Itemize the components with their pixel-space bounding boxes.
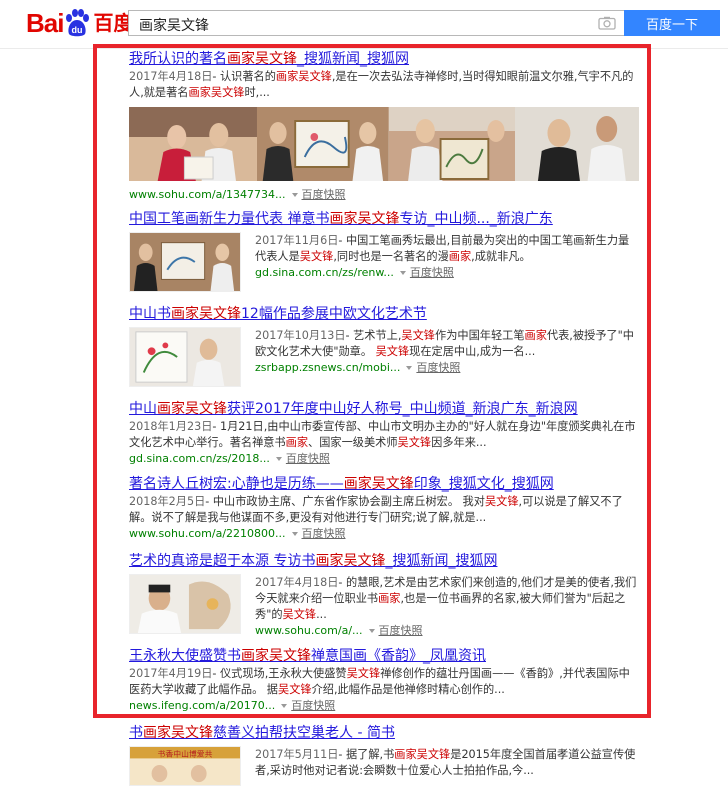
result-title-link[interactable]: 中山画家吴文锋获评2017年度中山好人称号_中山频道_新浪广东_新浪网 [129, 400, 639, 418]
search-query-text: 画家吴文锋 [139, 18, 209, 34]
search-result: 王永秋大使盛赞书画家吴文锋禅意国画《香韵》_凤凰资讯 2017年4月19日- 仪… [129, 647, 639, 714]
chevron-down-icon[interactable] [275, 456, 282, 461]
search-result: 书画家吴文锋慈善义拍帮扶空巢老人 - 简书 书香中山博爱共 2017年5月11日… [129, 724, 639, 786]
result-thumbnail[interactable] [129, 327, 241, 387]
cache-link[interactable]: 百度快照 [302, 188, 346, 201]
result-photo[interactable] [388, 107, 515, 181]
result-abstract: 2017年4月19日- 仪式现场,王永秋大使盛赞吴文锋禅修创作的蕴壮丹国画——《… [129, 667, 630, 696]
cache-link[interactable]: 百度快照 [291, 699, 335, 712]
cache-link[interactable]: 百度快照 [410, 266, 454, 279]
search-result: 著名诗人丘树宏:心静也是历练——画家吴文锋印象_搜狐文化_搜狐网 2018年2月… [129, 475, 639, 542]
result-title-link[interactable]: 书画家吴文锋慈善义拍帮扶空巢老人 - 简书 [129, 724, 639, 742]
result-abstract: 2017年4月18日- 的慧眼,艺术是由艺术家们来创造的,他们才是美的使者,我们… [255, 576, 637, 621]
chevron-down-icon[interactable] [281, 703, 288, 708]
chevron-down-icon[interactable] [291, 192, 298, 197]
result-title-link[interactable]: 艺术的真谛是超于本源 专访书画家吴文锋_搜狐新闻_搜狐网 [129, 552, 639, 570]
result-title-link[interactable]: 中山书画家吴文锋12幅作品参展中欧文化艺术节 [129, 305, 639, 323]
result-abstract: 2017年4月18日- 认识著名的画家吴文锋,是在一次去弘法寺禅修时,当时得知眼… [129, 70, 634, 99]
result-url: zsrbapp.zsnews.cn/mobi... 百度快照 [255, 361, 461, 374]
result-abstract: 2017年10月13日- 艺术节上,吴文锋作为中国年轻工笔画家代表,被授予了"中… [255, 329, 634, 358]
result-abstract: 2017年11月6日- 中国工笔画秀坛最出,目前最为突出的中国工笔画新生力量代表… [255, 234, 630, 263]
result-url: www.sohu.com/a/2210800... 百度快照 [129, 527, 346, 540]
result-thumbnail[interactable]: 书香中山博爱共 [129, 746, 241, 786]
result-abstract: 2018年2月5日- 中山市政协主席、广东省作家协会副主席丘树宏。 我对吴文锋,… [129, 495, 623, 524]
result-thumbnail[interactable] [129, 232, 241, 292]
logo-text-du: du [72, 25, 83, 35]
result-photo[interactable] [129, 107, 257, 181]
result-abstract: 2017年5月11日- 据了解,书画家吴文锋是2015年度全国首届孝道公益宣传使… [255, 748, 636, 777]
search-header: Bai du 百度 画家吴文锋 百度一下 [0, 0, 728, 49]
search-result: 中山书画家吴文锋12幅作品参展中欧文化艺术节 2017年10月13日- 艺术节上… [129, 305, 639, 387]
search-input[interactable]: 画家吴文锋 [128, 10, 624, 36]
search-result: 中山画家吴文锋获评2017年度中山好人称号_中山频道_新浪广东_新浪网 2018… [129, 400, 639, 467]
result-url: news.ifeng.com/a/20170... 百度快照 [129, 699, 336, 712]
result-title-link[interactable]: 著名诗人丘树宏:心静也是历练——画家吴文锋印象_搜狐文化_搜狐网 [129, 475, 639, 493]
result-url: www.sohu.com/a/... 百度快照 [255, 624, 423, 637]
cache-link[interactable]: 百度快照 [379, 624, 423, 637]
logo-text-bai: Bai [26, 8, 64, 38]
search-result: 艺术的真谛是超于本源 专访书画家吴文锋_搜狐新闻_搜狐网 2017年4月18日-… [129, 552, 639, 639]
result-title-link[interactable]: 中国工笔画新生力量代表 禅意书画家吴文锋专访_中山频..._新浪广东 [129, 210, 639, 228]
result-abstract: 2018年1月23日- 1月21日,由中山市委宣传部、中山市文明办主办的"好人就… [129, 420, 636, 449]
paw-logo-icon: du [66, 9, 90, 37]
cache-link[interactable]: 百度快照 [302, 527, 346, 540]
chevron-down-icon[interactable] [368, 628, 375, 633]
thumbnail-caption: 书香中山博爱共 [158, 749, 213, 759]
search-result: 我所认识的著名画家吴文锋_搜狐新闻_搜狐网 2017年4月18日- 认识著名的画… [129, 50, 639, 203]
result-thumbnail[interactable] [129, 574, 241, 634]
result-url: gd.sina.com.cn/zs/2018... 百度快照 [129, 452, 330, 465]
chevron-down-icon[interactable] [406, 365, 413, 370]
camera-icon[interactable] [598, 16, 616, 30]
search-button[interactable]: 百度一下 [624, 10, 720, 36]
search-result: 中国工笔画新生力量代表 禅意书画家吴文锋专访_中山频..._新浪广东 2017年… [129, 210, 639, 292]
baidu-logo[interactable]: Bai du 百度 [26, 8, 133, 38]
chevron-down-icon[interactable] [399, 270, 406, 275]
chevron-down-icon[interactable] [291, 531, 298, 536]
result-image-strip[interactable] [129, 107, 639, 181]
result-photo[interactable] [256, 107, 389, 181]
cache-link[interactable]: 百度快照 [286, 452, 330, 465]
result-title-link[interactable]: 我所认识的著名画家吴文锋_搜狐新闻_搜狐网 [129, 50, 639, 68]
result-title-link[interactable]: 王永秋大使盛赞书画家吴文锋禅意国画《香韵》_凤凰资讯 [129, 647, 639, 665]
cache-link[interactable]: 百度快照 [416, 361, 460, 374]
result-url: www.sohu.com/a/1347734... 百度快照 [129, 188, 346, 201]
result-url: gd.sina.com.cn/zs/renw... 百度快照 [255, 266, 454, 279]
result-photo[interactable] [514, 107, 639, 181]
